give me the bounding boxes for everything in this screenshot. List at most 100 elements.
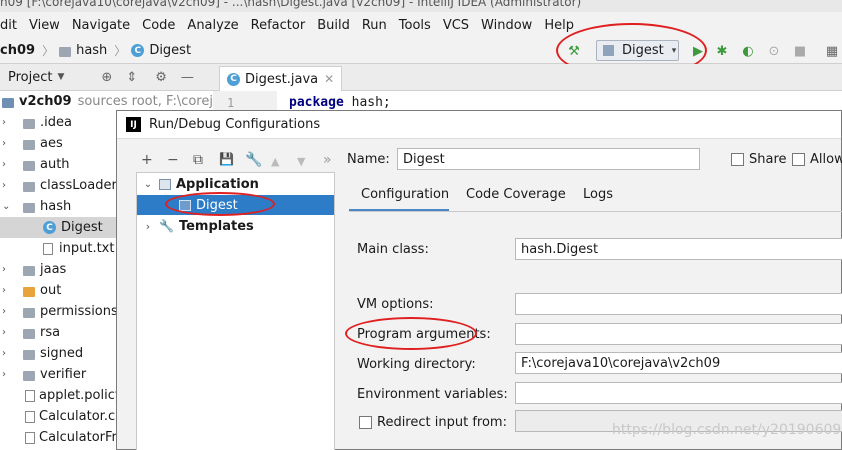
menu-view[interactable]: View xyxy=(23,18,66,33)
breadcrumb-package[interactable]: hash xyxy=(59,43,107,58)
menu-build[interactable]: Build xyxy=(311,18,356,33)
folder-icon xyxy=(23,307,35,318)
tree-root-hint: sources root, F:\corejava xyxy=(77,94,213,109)
tree-item-label: signed xyxy=(40,346,84,361)
configuration-tree: ⌄ Application Digest › 🔧 Templates xyxy=(136,172,335,450)
menu-navigate[interactable]: Navigate xyxy=(66,18,136,33)
move-up-icon[interactable]: ▲ xyxy=(271,155,279,168)
tree-item[interactable]: applet.policy xyxy=(25,385,123,406)
redirect-input-checkbox-box xyxy=(359,416,372,429)
working-directory-input[interactable]: F:\corejava10\corejava\v2ch09 xyxy=(515,352,842,374)
run-icon[interactable]: ▶ xyxy=(690,43,706,59)
folder-icon xyxy=(23,328,35,339)
folder-icon xyxy=(23,265,35,276)
vm-options-input[interactable] xyxy=(515,293,842,315)
run-configuration-dropdown[interactable]: Digest ▾ xyxy=(596,40,679,61)
breadcrumb-class-label: Digest xyxy=(149,43,192,58)
tree-item[interactable]: ⌄ hash xyxy=(2,196,71,217)
remove-icon[interactable]: − xyxy=(167,152,179,168)
profile-icon[interactable]: ⊙ xyxy=(766,43,782,59)
folder-icon xyxy=(23,370,35,381)
locate-target-icon[interactable]: ⊕ xyxy=(101,70,112,85)
breadcrumb-project-label: ch09 xyxy=(0,43,36,58)
tree-root[interactable]: v2ch09 sources root, F:\corejava xyxy=(2,91,213,112)
menu-run[interactable]: Run xyxy=(356,18,393,33)
tree-item[interactable]: › out xyxy=(2,280,61,301)
tree-node-digest[interactable]: Digest xyxy=(137,195,334,215)
breadcrumb-package-label: hash xyxy=(76,43,108,58)
environment-variables-label: Environment variables: xyxy=(357,387,508,402)
stop-icon[interactable]: ■ xyxy=(792,43,808,59)
editor-tab-bar: C Digest.java ✕ xyxy=(213,64,842,91)
menu-edit[interactable]: dit xyxy=(0,18,23,33)
line-number: 1 xyxy=(227,96,235,110)
tab-configuration[interactable]: Configuration xyxy=(361,187,449,202)
folder-icon xyxy=(23,349,35,360)
run-with-coverage-icon[interactable]: ◐ xyxy=(740,43,756,59)
tab-logs[interactable]: Logs xyxy=(583,187,613,202)
main-class-input[interactable]: hash.Digest xyxy=(515,238,842,260)
module-folder-icon xyxy=(2,97,14,108)
chevron-down-icon: ⌄ xyxy=(2,201,11,212)
folder-icon xyxy=(23,202,35,213)
move-down-icon[interactable]: ▼ xyxy=(297,155,305,168)
tree-item[interactable]: CalculatorFra xyxy=(25,427,125,448)
menu-code[interactable]: Code xyxy=(136,18,181,33)
tree-item[interactable]: › permissions xyxy=(2,301,118,322)
project-view-selector[interactable]: Project xyxy=(8,70,52,85)
save-icon[interactable]: 💾 xyxy=(219,152,234,166)
wrench-icon[interactable]: 🔧 xyxy=(245,152,262,168)
tree-item-label: Calculator.ca xyxy=(39,409,124,424)
share-checkbox[interactable]: Share xyxy=(731,152,787,167)
menu-tools[interactable]: Tools xyxy=(393,18,437,33)
allow-checkbox[interactable]: Allow xyxy=(792,152,842,167)
tree-node-templates[interactable]: › 🔧 Templates xyxy=(137,216,254,236)
redirect-input-checkbox[interactable]: Redirect input from: xyxy=(359,415,507,430)
menu-help[interactable]: Help xyxy=(538,18,580,33)
chevron-right-icon: › xyxy=(2,327,6,338)
tree-item-label: hash xyxy=(40,199,72,214)
more-icon[interactable]: » xyxy=(323,152,332,168)
menu-analyze[interactable]: Analyze xyxy=(181,18,244,33)
breadcrumb-class[interactable]: C Digest xyxy=(131,43,191,58)
editor-tab-digest[interactable]: C Digest.java ✕ xyxy=(219,66,343,91)
text-file-icon xyxy=(25,410,35,423)
tree-item[interactable]: › classLoader xyxy=(2,175,117,196)
environment-variables-input[interactable] xyxy=(515,382,842,404)
build-hammer-icon[interactable]: ⚒ xyxy=(566,43,582,59)
tree-item-label: verifier xyxy=(40,367,87,382)
tree-item-label: classLoader xyxy=(40,178,117,193)
share-checkbox-label: Share xyxy=(749,152,787,167)
application-icon xyxy=(159,178,171,190)
menu-vcs[interactable]: VCS xyxy=(437,18,475,33)
name-input[interactable]: Digest xyxy=(397,148,700,170)
chevron-down-icon[interactable]: ▼ xyxy=(57,72,64,82)
settings-gear-icon[interactable]: ⚙ xyxy=(155,70,167,85)
add-icon[interactable]: + xyxy=(141,152,153,168)
dialog-title-bar: IJ Run/Debug Configurations xyxy=(117,111,841,139)
debug-bug-icon[interactable]: ✱ xyxy=(714,43,730,59)
menu-refactor[interactable]: Refactor xyxy=(245,18,312,33)
tab-code-coverage[interactable]: Code Coverage xyxy=(466,187,566,202)
breadcrumb-project[interactable]: ch09 xyxy=(0,43,35,58)
tree-item[interactable]: › verifier xyxy=(2,364,86,385)
copy-icon[interactable]: ⧉ xyxy=(193,152,203,168)
tree-item[interactable]: input.txt xyxy=(43,238,114,259)
tree-item[interactable]: › signed xyxy=(2,343,83,364)
tree-item[interactable]: › jaas xyxy=(2,259,66,280)
hide-panel-icon[interactable]: — xyxy=(181,70,194,85)
collapse-all-icon[interactable]: ⇕ xyxy=(126,70,137,85)
chevron-right-icon: › xyxy=(145,219,151,233)
tree-node-digest-label: Digest xyxy=(196,197,238,213)
tree-node-application[interactable]: ⌄ Application xyxy=(137,174,259,194)
project-structure-icon[interactable]: ▦ xyxy=(824,43,840,59)
tree-item[interactable]: › auth xyxy=(2,154,70,175)
tree-item[interactable]: › rsa xyxy=(2,322,60,343)
text-file-icon xyxy=(25,389,35,402)
tree-item[interactable]: › aes xyxy=(2,133,63,154)
menu-window[interactable]: Window xyxy=(475,18,538,33)
tree-item[interactable]: Calculator.ca xyxy=(25,406,123,427)
close-tab-icon[interactable]: ✕ xyxy=(324,72,334,86)
tree-item[interactable]: › .idea xyxy=(2,112,72,133)
program-arguments-input[interactable] xyxy=(515,323,842,345)
